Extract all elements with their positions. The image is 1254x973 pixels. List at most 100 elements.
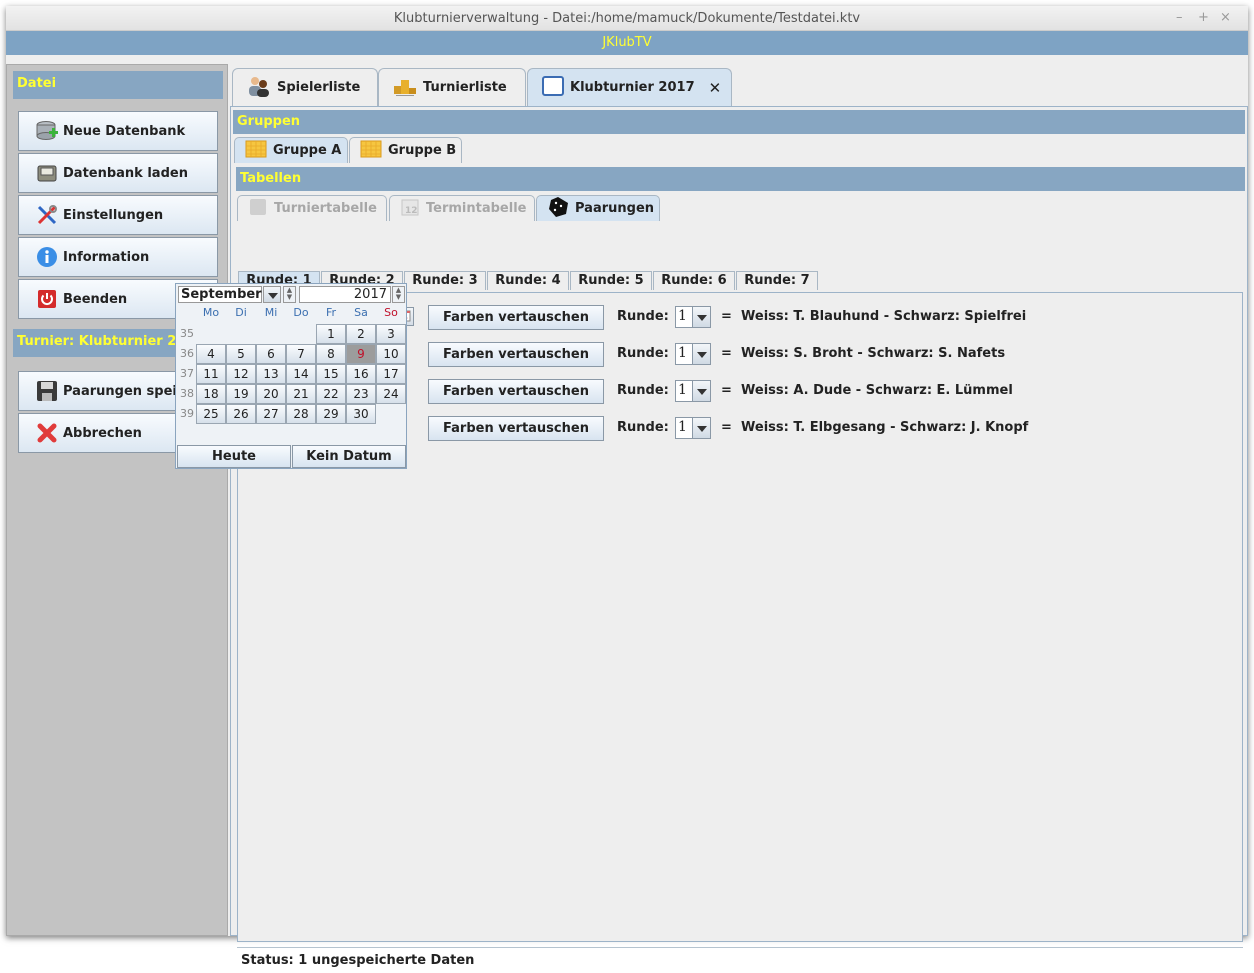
calendar-day[interactable]: 23 <box>346 384 376 404</box>
information-button[interactable]: Information <box>18 237 218 277</box>
round-label: Runde: <box>617 420 669 435</box>
calendar-day[interactable]: 4 <box>196 344 226 364</box>
calendar-day[interactable]: 16 <box>346 364 376 384</box>
calendar-day[interactable]: 1 <box>316 324 346 344</box>
equals-sign: = <box>721 346 732 361</box>
weekday-header: So <box>384 306 398 319</box>
calendar-day[interactable]: 13 <box>256 364 286 384</box>
round-select-value: 1 <box>678 419 687 435</box>
year-field[interactable]: 2017 <box>299 286 391 303</box>
no-date-button[interactable]: Kein Datum <box>292 445 406 468</box>
equals-sign: = <box>721 420 732 435</box>
calendar-day[interactable]: 7 <box>286 344 316 364</box>
tab-runde-5[interactable]: Runde: 5 <box>570 271 652 290</box>
weekday-header: Di <box>235 306 247 319</box>
tab-runde-6[interactable]: Runde: 6 <box>653 271 735 290</box>
folder-icon <box>35 161 59 185</box>
calendar-day[interactable]: 30 <box>346 404 376 424</box>
tab-turnierliste-label: Turnierliste <box>423 80 507 95</box>
round-select-value: 1 <box>678 382 687 398</box>
weekday-header: Sa <box>354 306 368 319</box>
pairing-text: Weiss: S. Broht - Schwarz: S. Nafets <box>741 346 1006 361</box>
tab-turniertabelle[interactable]: Turniertabelle <box>237 195 387 221</box>
tab-gruppe-a[interactable]: Gruppe A <box>234 137 348 163</box>
table-icon <box>248 197 268 221</box>
maximize-button[interactable]: + <box>1198 10 1209 25</box>
swap-colors-button[interactable]: Farben vertauschen <box>428 342 604 367</box>
tab-termintabelle[interactable]: 12 Termintabelle <box>389 195 535 221</box>
swap-colors-button[interactable]: Farben vertauschen <box>428 416 604 441</box>
tournament-panel: Gruppen Gruppe A Gruppe B Tabellen Turni… <box>230 106 1248 968</box>
calendar-day[interactable]: 11 <box>196 364 226 384</box>
chevron-down-icon <box>692 307 710 327</box>
year-spinner[interactable]: ▲ ▼ <box>392 286 405 303</box>
month-spinner[interactable]: ▲ ▼ <box>283 286 296 303</box>
week-number: 38 <box>180 387 194 400</box>
tab-spielerliste-label: Spielerliste <box>277 80 361 95</box>
calendar-day[interactable]: 28 <box>286 404 316 424</box>
calendar-day[interactable]: 21 <box>286 384 316 404</box>
cancel-label: Abbrechen <box>63 425 142 441</box>
main-area: Spielerliste Turnierliste Klubturnier 20… <box>230 66 1248 968</box>
calendar-day[interactable]: 12 <box>226 364 256 384</box>
calendar-grid-icon <box>245 140 267 162</box>
equals-sign: = <box>721 383 732 398</box>
round-select-value: 1 <box>678 308 687 324</box>
round-select[interactable]: 1 <box>675 343 711 365</box>
pairing-text: Weiss: T. Blauhund - Schwarz: Spielfrei <box>741 309 1027 324</box>
tab-turnierliste[interactable]: Turnierliste <box>378 68 526 106</box>
calendar-day[interactable]: 6 <box>256 344 286 364</box>
information-label: Information <box>63 249 150 265</box>
load-database-button[interactable]: Datenbank laden <box>18 153 218 193</box>
chevron-down-icon <box>692 418 710 438</box>
calendar-day[interactable]: 18 <box>196 384 226 404</box>
calendar-day[interactable]: 26 <box>226 404 256 424</box>
datei-header: Datei <box>13 71 223 99</box>
status-bar: Status: 1 ungespeicherte Daten <box>237 947 1243 973</box>
close-tab-icon[interactable]: ✕ <box>709 79 722 97</box>
pairing-text: Weiss: T. Elbgesang - Schwarz: J. Knopf <box>741 420 1029 435</box>
round-select[interactable]: 1 <box>675 417 711 439</box>
calendar-day[interactable]: 25 <box>196 404 226 424</box>
week-number: 39 <box>180 407 194 420</box>
tab-runde-4[interactable]: Runde: 4 <box>487 271 569 290</box>
calendar-day[interactable]: 24 <box>376 384 406 404</box>
close-window-button[interactable]: × <box>1220 10 1231 25</box>
calendar-day[interactable]: 14 <box>286 364 316 384</box>
calendar-12-icon: 12 <box>400 197 420 221</box>
new-database-button[interactable]: Neue Datenbank <box>18 111 218 151</box>
calendar-day[interactable]: 20 <box>256 384 286 404</box>
calendar-day[interactable]: 10 <box>376 344 406 364</box>
calendar-day-selected[interactable]: 9 <box>346 344 376 364</box>
calendar-day[interactable]: 8 <box>316 344 346 364</box>
tab-klubturnier[interactable]: Klubturnier 2017 ✕ <box>527 68 732 106</box>
tab-paarungen[interactable]: Paarungen <box>536 195 660 221</box>
round-select[interactable]: 1 <box>675 380 711 402</box>
pairing-text: Weiss: A. Dude - Schwarz: E. Lümmel <box>741 383 1013 398</box>
calendar-day[interactable]: 29 <box>316 404 346 424</box>
status-text: Status: 1 ungespeicherte Daten <box>241 953 475 968</box>
settings-button[interactable]: Einstellungen <box>18 195 218 235</box>
tab-runde-7[interactable]: Runde: 7 <box>736 271 818 290</box>
round-select[interactable]: 1 <box>675 306 711 328</box>
calendar-day[interactable]: 2 <box>346 324 376 344</box>
tab-gruppe-b[interactable]: Gruppe B <box>349 137 462 163</box>
swap-colors-button[interactable]: Farben vertauschen <box>428 305 604 330</box>
month-select[interactable]: September <box>178 286 262 303</box>
tab-turniertabelle-label: Turniertabelle <box>274 201 377 216</box>
today-button[interactable]: Heute <box>177 445 291 468</box>
calendar-day[interactable]: 5 <box>226 344 256 364</box>
calendar-day[interactable]: 3 <box>376 324 406 344</box>
calendar-day[interactable]: 19 <box>226 384 256 404</box>
month-dropdown-button[interactable] <box>263 286 281 303</box>
calendar-day[interactable]: 17 <box>376 364 406 384</box>
calendar-day[interactable]: 15 <box>316 364 346 384</box>
app-window: Klubturnierverwaltung - Datei:/home/mamu… <box>6 6 1248 968</box>
tab-spielerliste[interactable]: Spielerliste <box>232 68 378 106</box>
calendar-day[interactable]: 27 <box>256 404 286 424</box>
swap-colors-button[interactable]: Farben vertauschen <box>428 379 604 404</box>
tab-runde-3[interactable]: Runde: 3 <box>404 271 486 290</box>
date-picker-popup: September ▲ ▼ 2017 ▲ ▼ Mo Di Mi Do Fr Sa So 35 36 3… <box>175 283 407 469</box>
minimize-button[interactable]: – <box>1176 10 1183 25</box>
calendar-day[interactable]: 22 <box>316 384 346 404</box>
